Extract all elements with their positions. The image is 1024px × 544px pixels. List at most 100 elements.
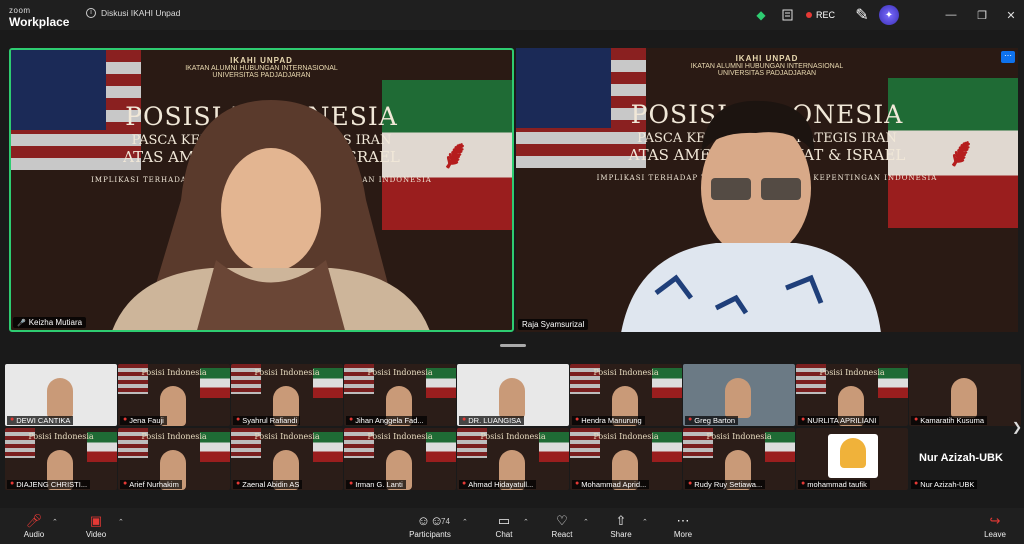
- gallery-tile[interactable]: Posisi Indonesia ● Mohammad Aprid...: [570, 428, 682, 490]
- minimize-icon[interactable]: —: [944, 6, 958, 24]
- gallery-tile[interactable]: Posisi Indonesia ● NURLITA APRILIANI: [796, 364, 908, 426]
- info-icon[interactable]: i: [86, 8, 96, 18]
- muted-mic-icon: ●: [575, 480, 580, 487]
- speaker-name: Keizha Mutiara: [28, 318, 83, 327]
- ai-companion-icon[interactable]: ✦: [879, 5, 899, 25]
- participant-nametag: ● mohammad taufik: [798, 480, 870, 489]
- participants-count: 74: [441, 517, 450, 526]
- gallery-tile[interactable]: Posisi Indonesia ● DIAJENG CHRISTI...: [5, 428, 117, 490]
- audio-caret-icon[interactable]: ⌃: [52, 518, 58, 526]
- participant-name: Ahmad Hidayatull...: [468, 480, 534, 489]
- chat-caret-icon[interactable]: ⌃: [523, 518, 529, 526]
- muted-mic-icon: ●: [462, 416, 467, 423]
- video-caret-icon[interactable]: ⌃: [118, 518, 124, 526]
- react-button[interactable]: ♡ React: [547, 512, 577, 539]
- participant-nametag: ● Ahmad Hidayatull...: [459, 480, 537, 489]
- more-options-button[interactable]: ⋯: [1001, 51, 1015, 63]
- gallery-tile[interactable]: Posisi Indonesia ● Ahmad Hidayatull...: [457, 428, 569, 490]
- gallery-tile[interactable]: Posisi Indonesia ● Rudy Ruy Setiawa...: [683, 428, 795, 490]
- participant-nametag: ● Nur Azizah-UBK: [911, 480, 978, 489]
- muted-mic-icon: ●: [914, 416, 919, 423]
- participant-nametag: ● Greg Barton: [685, 416, 739, 425]
- muted-mic-icon: ●: [349, 416, 354, 423]
- participants-caret-icon[interactable]: ⌃: [462, 518, 468, 526]
- poster-brand: IKAHI UNPAD: [230, 56, 293, 65]
- video-button[interactable]: ▣ Video: [82, 512, 110, 539]
- gallery-tile[interactable]: ● DR. LUANGISA: [457, 364, 569, 426]
- poster-header: IKAHI UNPAD IKATAN ALUMNI HUBUNGAN INTER…: [516, 54, 1018, 77]
- participant-nametag: ● Arief Nurhakim: [120, 480, 182, 489]
- resize-handle[interactable]: [500, 344, 526, 347]
- muted-mic-icon: ●: [236, 416, 241, 423]
- record-dot-icon: [806, 12, 812, 18]
- audio-button[interactable]: 🎤︎ Audio: [20, 512, 48, 539]
- close-icon[interactable]: ✕: [1004, 6, 1018, 24]
- brand-line1: zoom: [9, 6, 31, 15]
- speaker-nametag: 🎤 Keizha Mutiara: [13, 317, 87, 328]
- document-icon[interactable]: [781, 6, 793, 24]
- muted-mic-icon: ●: [575, 416, 580, 423]
- participant-nametag: ● Irman G. Lanti: [346, 480, 406, 489]
- meeting-title: Diskusi IKAHI Unpad: [101, 8, 181, 18]
- pen-icon[interactable]: ✎: [855, 6, 868, 24]
- participant-name: Syahrul Rafiandi: [242, 416, 298, 425]
- muted-mic-icon: ●: [688, 480, 693, 487]
- participant-name: Hendra Manurung: [581, 416, 642, 425]
- gallery-tile[interactable]: ● mohammad taufik: [796, 428, 908, 490]
- rec-label: REC: [816, 10, 836, 20]
- muted-mic-icon: ●: [801, 480, 806, 487]
- participant-nametag: ● DEWI CANTIKA: [7, 416, 74, 425]
- participant-nametag: ● Hendra Manurung: [572, 416, 645, 425]
- gallery-tile[interactable]: ● Kamaratih Kusuma: [909, 364, 1021, 426]
- react-label: React: [551, 530, 573, 539]
- gallery-tile[interactable]: Posisi Indonesia ● Arief Nurhakim: [118, 428, 230, 490]
- recording-indicator[interactable]: REC: [806, 6, 835, 24]
- poster-org2: UNIVERSITAS PADJADJARAN: [212, 72, 311, 79]
- participant-name: Nur Azizah-UBK: [920, 480, 975, 489]
- poster-org2: UNIVERSITAS PADJADJARAN: [717, 70, 817, 77]
- muted-mic-icon: ●: [10, 480, 15, 487]
- chat-button[interactable]: ▭ Chat: [490, 512, 518, 539]
- gallery-tile[interactable]: Posisi Indonesia ● Jihan Anggela Fad...: [344, 364, 456, 426]
- gallery-tile[interactable]: Posisi Indonesia ● Hendra Manurung: [570, 364, 682, 426]
- participant-name: Rudy Ruy Setiawa...: [694, 480, 763, 489]
- shield-check-icon[interactable]: ◆: [755, 6, 767, 24]
- participant-display-name: Nur Azizah-UBK: [919, 452, 1003, 464]
- participant-name: Mohammad Aprid...: [581, 480, 647, 489]
- video-tile-speaker-1[interactable]: ⸙ IKAHI UNPAD IKATAN ALUMNI HUBUNGAN INT…: [9, 48, 514, 332]
- gallery-tile[interactable]: Nur Azizah-UBK ● Nur Azizah-UBK: [909, 428, 1021, 490]
- react-caret-icon[interactable]: ⌃: [583, 518, 589, 526]
- muted-mic-icon: ●: [688, 416, 693, 423]
- gallery-tile[interactable]: ● Greg Barton: [683, 364, 795, 426]
- participant-name: Greg Barton: [694, 416, 736, 425]
- muted-mic-icon: ●: [123, 416, 128, 423]
- gallery-tile[interactable]: Posisi Indonesia ● Jena Fauji: [118, 364, 230, 426]
- participant-nametag: ● Syahrul Rafiandi: [233, 416, 301, 425]
- chevron-right-icon[interactable]: ❯: [1012, 420, 1022, 434]
- muted-mic-icon: ●: [349, 480, 354, 487]
- gallery-tile[interactable]: Posisi Indonesia ● Zaenal Abidin AS: [231, 428, 343, 490]
- participant-nametag: ● DR. LUANGISA: [459, 416, 525, 425]
- share-caret-icon[interactable]: ⌃: [642, 518, 648, 526]
- gallery-tile[interactable]: Posisi Indonesia ● Irman G. Lanti: [344, 428, 456, 490]
- participant-name: Arief Nurhakim: [129, 480, 179, 489]
- video-tile-speaker-2[interactable]: ⸙ IKAHI UNPAD IKATAN ALUMNI HUBUNGAN INT…: [516, 48, 1018, 332]
- meeting-info[interactable]: i Diskusi IKAHI Unpad: [86, 8, 180, 18]
- share-screen-icon: ⇧: [615, 513, 627, 528]
- gallery-tile[interactable]: Posisi Indonesia ● Syahrul Rafiandi: [231, 364, 343, 426]
- more-label: More: [673, 530, 693, 539]
- more-button[interactable]: ⋯ More: [668, 512, 698, 539]
- participant-name: Irman G. Lanti: [355, 480, 403, 489]
- participant-nametag: ● Mohammad Aprid...: [572, 480, 650, 489]
- speaker-nametag: Raja Syamsurizal: [518, 319, 589, 330]
- poster-header: IKAHI UNPAD IKATAN ALUMNI HUBUNGAN INTER…: [11, 56, 512, 79]
- gallery-tile[interactable]: ● DEWI CANTIKA: [5, 364, 117, 426]
- participant-nametag: ● NURLITA APRILIANI: [798, 416, 880, 425]
- more-icon: ⋯: [676, 513, 690, 528]
- leave-button[interactable]: ↪ Leave: [980, 512, 1010, 539]
- share-button[interactable]: ⇧ Share: [606, 512, 636, 539]
- restore-icon[interactable]: ❐: [975, 6, 989, 24]
- participant-video-woman: [112, 100, 430, 330]
- title-bar: zoom Workplace i Diskusi IKAHI Unpad ◆ R…: [0, 0, 1024, 30]
- participant-nametag: ● Zaenal Abidin AS: [233, 480, 303, 489]
